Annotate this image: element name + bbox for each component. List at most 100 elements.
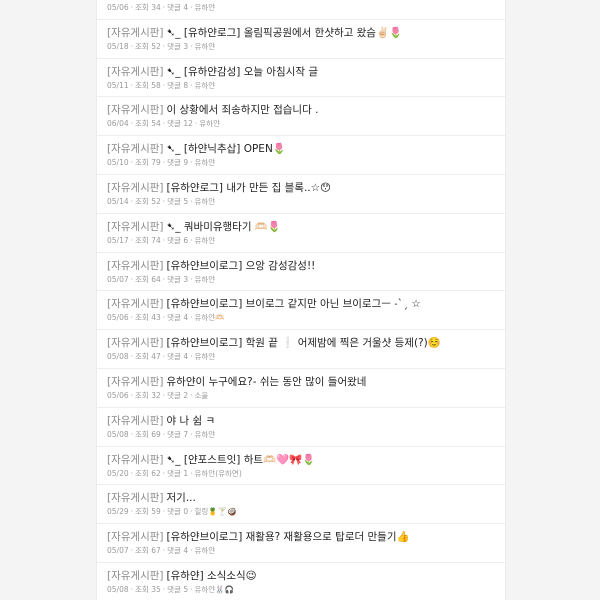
post-title-line[interactable]: [자유게시판] [유하얀] 소식소식😉 xyxy=(107,569,495,583)
post-title-line[interactable]: [자유게시판] ➷_ [유하얀감성] 오늘 아침시작 글 xyxy=(107,65,495,79)
post-row[interactable]: [자유게시판] ➷_ [얀포스트잇] 하트🫶🏻🩷🎀🌷 05/20 · 조회 62 · 댓글 … xyxy=(97,447,505,486)
post-title[interactable]: [유하얀로그] 내가 만든 집 블록..☆😯 xyxy=(167,182,332,194)
post-views: 조회 69 xyxy=(135,429,161,439)
post-date: 05/08 xyxy=(107,584,129,594)
post-title[interactable]: ➷_ [얀포스트잇] 하트🫶🏻🩷🎀🌷 xyxy=(167,454,316,466)
post-author[interactable]: 유하얀(유하연) xyxy=(195,469,242,478)
post-views: 조회 67 xyxy=(135,546,161,556)
post-author[interactable]: 유하얀🫶🏻 xyxy=(195,313,225,322)
post-author[interactable]: 유하얀 xyxy=(195,275,216,284)
post-author[interactable]: 유하얀 xyxy=(195,236,216,245)
post-row[interactable]: [자유게시판] [유하얀브이로그] 브이로그 같지만 아닌 브이로그ㅡ ˗ˋˏ ☆… xyxy=(97,291,505,331)
post-title-line[interactable]: [자유게시판] [유하얀로그] 내가 만든 집 블록..☆😯 xyxy=(107,181,495,195)
board-tag: [자유게시판] xyxy=(107,531,164,544)
post-title-line[interactable]: [자유게시판] 유하얀이 누구에요?- 쉬는 동안 많이 들어왔네 xyxy=(107,375,495,389)
post-title-line[interactable]: [자유게시판] xyxy=(107,0,495,1)
post-author[interactable]: 유하얀 xyxy=(195,81,216,90)
meta-separator: · xyxy=(190,41,193,51)
post-author[interactable]: 유하얀 xyxy=(195,158,216,167)
post-title[interactable]: ➷_ [하얀닉추삽] OPEN🌷 xyxy=(167,143,286,155)
post-comments: 댓글 7 xyxy=(167,429,189,439)
meta-separator: · xyxy=(130,41,134,51)
post-comments: 댓글 3 xyxy=(167,274,189,284)
meta-separator: · xyxy=(162,80,166,90)
post-title-line[interactable]: [자유게시판] 저기... xyxy=(107,491,495,505)
meta-separator: · xyxy=(194,119,198,129)
post-comments: 댓글 4 xyxy=(167,352,189,362)
post-title[interactable]: [유하얀브이로그] 학원 끝 ❕ 어제밤에 찍은 거울샷 등제(?)☺️ xyxy=(167,337,441,349)
post-row[interactable]: [자유게시판] 야 나 쉼 ㅋ 05/08 · 조회 69 · 댓글 7 · 유하얀 xyxy=(97,408,505,447)
post-views: 조회 58 xyxy=(135,80,161,90)
post-comments: 댓글 4 xyxy=(167,3,189,12)
post-title-line[interactable]: [자유게시판] [유하얀브이로그] 으앙 감성감성!! xyxy=(107,259,495,273)
meta-separator: · xyxy=(190,274,193,284)
post-title[interactable]: [유하얀브이로그] 재활용? 재활용으로 탑로더 만들기👍 xyxy=(167,531,410,543)
post-author[interactable]: 유하얀 xyxy=(195,546,216,555)
post-author[interactable]: 유하얀 xyxy=(195,197,216,206)
post-date: 06/04 xyxy=(107,119,129,129)
post-row[interactable]: [자유게시판] 저기... 05/29 · 조회 59 · 댓글 0 · 힐링🍍🍸🥥 xyxy=(97,485,505,525)
post-title[interactable]: ➷_ [유하얀감성] 오늘 아침시작 글 xyxy=(167,66,319,78)
post-title[interactable]: 야 나 쉼 ㅋ xyxy=(167,415,216,427)
post-author[interactable]: 유하얀 xyxy=(195,430,216,439)
post-author[interactable]: 힐링🍍🍸🥥 xyxy=(195,507,237,516)
post-views: 조회 32 xyxy=(135,390,161,400)
post-title-line[interactable]: [자유게시판] [유하얀브이로그] 재활용? 재활용으로 탑로더 만들기👍 xyxy=(107,530,495,544)
board-tag: [자유게시판] xyxy=(107,569,164,582)
meta-separator: · xyxy=(190,468,193,478)
post-views: 조회 35 xyxy=(135,584,161,594)
post-row[interactable]: [자유게시판] [유하얀로그] 내가 만든 집 블록..☆😯 05/14 · 조회 52… xyxy=(97,175,505,214)
post-row[interactable]: [자유게시판] ➷_ [하얀닉추삽] OPEN🌷 05/10 · 조회 79 · 댓글 9 ·… xyxy=(97,136,505,175)
post-title-line[interactable]: [자유게시판] [유하얀브이로그] 학원 끝 ❕ 어제밤에 찍은 거울샷 등제(?… xyxy=(107,336,495,350)
post-author[interactable]: 유하얀 xyxy=(199,119,220,128)
post-row[interactable]: [자유게시판] [유하얀브이로그] 학원 끝 ❕ 어제밤에 찍은 거울샷 등제(?… xyxy=(97,330,505,369)
post-row[interactable]: [자유게시판] ➷_ 쿼바미유행타기 🫶🏻🌷 05/17 · 조회 74 · 댓글 6 · 유하… xyxy=(97,214,505,253)
post-views: 조회 47 xyxy=(135,352,161,362)
post-row[interactable]: [자유게시판] [유하얀브이로그] 으앙 감성감성!! 05/07 · 조회 64 · 댓글… xyxy=(97,253,505,292)
post-author[interactable]: 유하얀 xyxy=(195,3,216,12)
post-views: 조회 52 xyxy=(135,41,161,51)
post-title[interactable]: [유하얀] 소식소식😉 xyxy=(167,570,257,582)
post-row[interactable]: [자유게시판] [유하얀브이로그] 재활용? 재활용으로 탑로더 만들기👍 05/0… xyxy=(97,524,505,563)
meta-separator: · xyxy=(162,41,166,51)
post-title[interactable]: 유하얀이 누구에요?- 쉬는 동안 많이 들어왔네 xyxy=(167,376,367,388)
post-views: 조회 74 xyxy=(135,235,161,245)
post-title-line[interactable]: [자유게시판] ➷_ [유하얀로그] 올림픽공원에서 한샷하고 왔슴✌🏻🌷 xyxy=(107,26,495,40)
post-row[interactable]: [자유게시판] [유하얀] 소식소식😉 05/08 · 조회 35 · 댓글 5 · 유하얀🐰🎧 xyxy=(97,563,505,600)
meta-separator: · xyxy=(130,196,134,206)
post-views: 조회 59 xyxy=(135,507,161,517)
board-tag: [자유게시판] xyxy=(107,65,164,78)
post-author[interactable]: 유하얀 xyxy=(195,352,216,361)
post-title[interactable]: [유하얀브이로그] 브이로그 같지만 아닌 브이로그ㅡ ˗ˋˏ ☆ xyxy=(167,298,421,310)
post-meta: 05/18 · 조회 52 · 댓글 3 · 유하얀 xyxy=(107,42,495,52)
post-title[interactable]: 이 상황에서 죄송하지만 접습니다 . xyxy=(167,104,319,116)
post-title[interactable]: ➷_ [유하얀로그] 올림픽공원에서 한샷하고 왔슴✌🏻🌷 xyxy=(167,27,403,39)
post-meta: 05/07 · 조회 64 · 댓글 3 · 유하얀 xyxy=(107,275,495,285)
meta-separator: · xyxy=(190,196,193,206)
meta-separator: · xyxy=(162,119,166,129)
post-row[interactable]: [자유게시판] ➷_ [유하얀로그] 올림픽공원에서 한샷하고 왔슴✌🏻🌷 05/1… xyxy=(97,20,505,59)
post-title[interactable]: ➷_ 쿼바미유행타기 🫶🏻🌷 xyxy=(167,221,282,233)
post-meta: 05/08 · 조회 69 · 댓글 7 · 유하얀 xyxy=(107,430,495,440)
post-author[interactable]: 유하얀🐰🎧 xyxy=(195,585,234,594)
post-title-line[interactable]: [자유게시판] ➷_ [하얀닉추삽] OPEN🌷 xyxy=(107,142,495,156)
post-meta: 05/06 · 조회 34 · 댓글 4 · 유하얀 xyxy=(107,3,495,13)
post-title-line[interactable]: [자유게시판] 야 나 쉼 ㅋ xyxy=(107,414,495,428)
post-row[interactable]: [자유게시판] 이 상황에서 죄송하지만 접습니다 . 06/04 · 조회 54 · 댓글… xyxy=(97,97,505,137)
post-row[interactable]: [자유게시판] 유하얀이 누구에요?- 쉬는 동안 많이 들어왔네 05/06 · 조회… xyxy=(97,369,505,408)
post-author[interactable]: 유하얀 xyxy=(195,42,216,51)
post-title[interactable]: [유하얀브이로그] 으앙 감성감성!! xyxy=(167,260,316,272)
post-title[interactable]: 저기... xyxy=(167,492,196,504)
meta-separator: · xyxy=(130,3,134,12)
post-title-line[interactable]: [자유게시판] ➷_ 쿼바미유행타기 🫶🏻🌷 xyxy=(107,220,495,234)
post-meta: 05/08 · 조회 47 · 댓글 4 · 유하얀 xyxy=(107,352,495,362)
post-title-line[interactable]: [자유게시판] ➷_ [얀포스트잇] 하트🫶🏻🩷🎀🌷 xyxy=(107,453,495,467)
post-row[interactable]: [자유게시판] ➷_ [유하얀감성] 오늘 아침시작 글 05/11 · 조회 58 · 댓… xyxy=(97,59,505,98)
post-title-line[interactable]: [자유게시판] 이 상황에서 죄송하지만 접습니다 . xyxy=(107,103,495,117)
meta-separator: · xyxy=(162,158,166,168)
post-title-line[interactable]: [자유게시판] [유하얀브이로그] 브이로그 같지만 아닌 브이로그ㅡ ˗ˋˏ ☆ xyxy=(107,297,495,311)
post-comments: 댓글 4 xyxy=(167,546,189,556)
meta-separator: · xyxy=(130,119,134,129)
post-row[interactable]: [자유게시판]05/06·조회 34·댓글 4·유하얀 xyxy=(97,0,505,20)
post-author[interactable]: 소울 xyxy=(195,391,209,400)
